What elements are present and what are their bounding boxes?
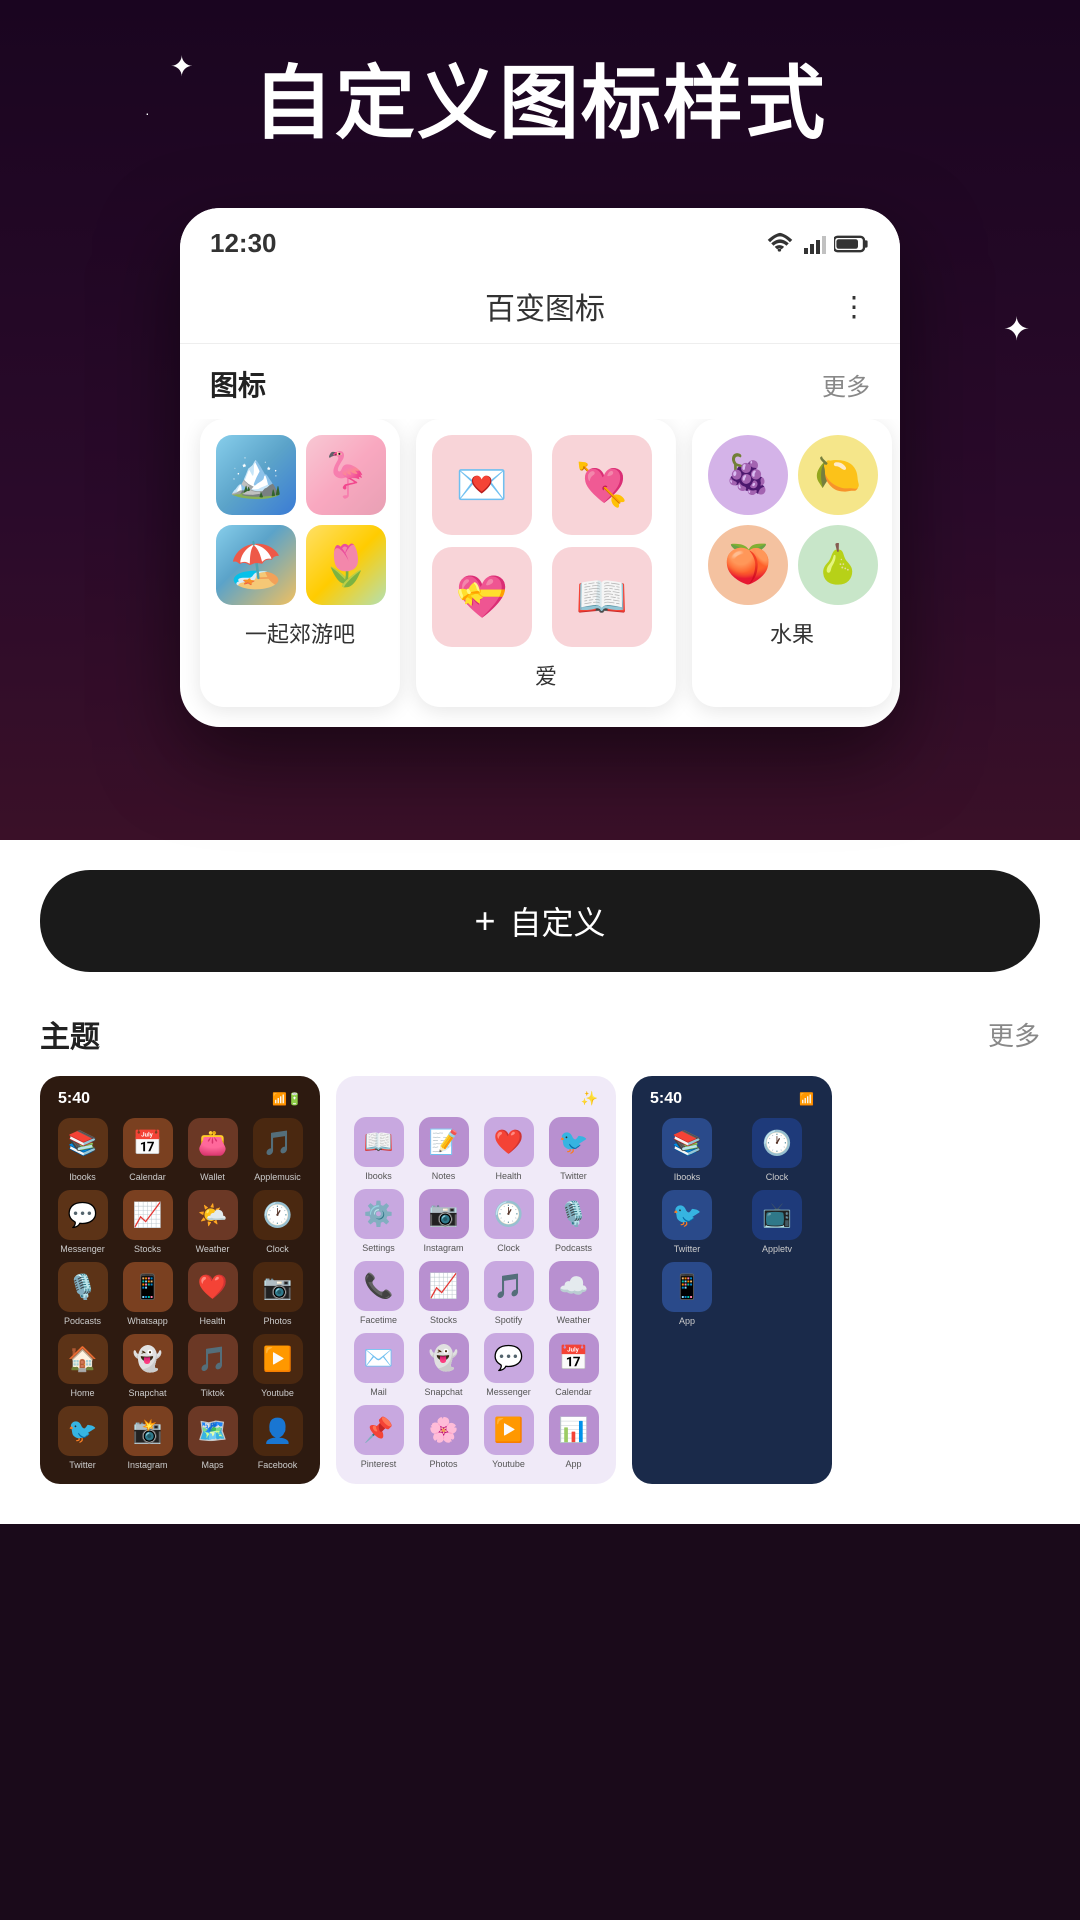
icons-section-more[interactable]: 更多	[822, 367, 870, 402]
theme-dark-time: 5:40	[58, 1090, 90, 1108]
theme-card-dark[interactable]: 5:40 📶🔋 📚Ibooks 📅Calendar 👛Wallet 🎵Apple…	[40, 1076, 320, 1484]
star-dot-decoration: ·	[145, 105, 150, 121]
love-icon-1: 💌	[432, 435, 532, 535]
love-icon-2: 💘	[552, 435, 652, 535]
outdoor-icon-4: 🌷	[306, 525, 386, 605]
themes-section-header: 主题 更多	[0, 1012, 1080, 1076]
love-pack-name: 爱	[432, 659, 660, 691]
theme-blue-icons: 📚Ibooks 🕐Clock 🐦Twitter 📺Appletv 📱App	[646, 1118, 818, 1326]
signal-icon	[802, 232, 826, 256]
fruit-icon-2: 🍋	[798, 435, 878, 515]
app-title: 百变图标	[485, 284, 605, 328]
wifi-icon	[766, 230, 794, 258]
status-icons	[766, 230, 870, 258]
theme-light-signal: ✨	[581, 1090, 598, 1107]
custom-btn-wrapper: + 自定义	[0, 870, 1080, 972]
icons-section-label: 图标	[210, 364, 266, 404]
theme-blue-signal: 📶	[799, 1092, 814, 1106]
status-time: 12:30	[210, 228, 277, 259]
phone-mockup: 12:30	[180, 208, 900, 727]
outdoor-pack-name: 一起郊游吧	[216, 617, 384, 649]
fruit-icon-3: 🍑	[708, 525, 788, 605]
fruit-icon-4: 🍐	[798, 525, 878, 605]
love-icon-3: 💝	[432, 547, 532, 647]
theme-dark-icons: 📚Ibooks 📅Calendar 👛Wallet 🎵Applemusic 💬M…	[54, 1118, 306, 1470]
outdoor-icon-2: 🦩	[306, 435, 386, 515]
outdoor-icon-1: 🏔️	[216, 435, 296, 515]
icon-pack-outdoor[interactable]: 🏔️ 🦩 🏖️ 🌷 一起郊游吧	[200, 419, 400, 707]
customize-label: 自定义	[510, 898, 606, 944]
icon-pack-fruit[interactable]: 🍇 🍋 🍑 🍐 水果	[692, 419, 892, 707]
theme-dark-signal: 📶🔋	[272, 1092, 302, 1106]
plus-icon: +	[474, 900, 495, 942]
battery-icon	[834, 234, 870, 254]
theme-card-blue[interactable]: 5:40 📶 📚Ibooks 🕐Clock 🐦Twitter 📺Appletv …	[632, 1076, 832, 1484]
icon-packs-row: 🏔️ 🦩 🏖️ 🌷 一起郊游吧 💌	[180, 419, 900, 727]
theme-card-light[interactable]: ✨ 📖Ibooks 📝Notes ❤️Health 🐦Twitter ⚙️Set…	[336, 1076, 616, 1484]
themes-label: 主题	[40, 1012, 100, 1056]
star-decoration-1: ✦	[170, 50, 193, 83]
theme-blue-time: 5:40	[650, 1090, 682, 1108]
love-icon-4: 📖	[552, 547, 652, 647]
icons-section-header: 图标 更多	[180, 344, 900, 419]
fruit-icon-1: 🍇	[708, 435, 788, 515]
app-header: 百变图标 ⋮	[180, 269, 900, 344]
bottom-section: + 自定义 主题 更多 5:40 📶🔋 📚Ibooks 📅Calendar 👛W…	[0, 840, 1080, 1524]
themes-more[interactable]: 更多	[988, 1016, 1040, 1053]
status-bar: 12:30	[180, 208, 900, 269]
outdoor-icon-3: 🏖️	[216, 525, 296, 605]
theme-previews-row: 5:40 📶🔋 📚Ibooks 📅Calendar 👛Wallet 🎵Apple…	[0, 1076, 1080, 1484]
menu-dots-button[interactable]: ⋮	[840, 290, 870, 323]
customize-button[interactable]: + 自定义	[40, 870, 1040, 972]
fruit-pack-name: 水果	[708, 617, 876, 649]
star-decoration-2: ✦	[1003, 310, 1030, 348]
icon-pack-love[interactable]: 💌 💘 💝 📖 爱	[416, 419, 676, 707]
theme-light-icons: 📖Ibooks 📝Notes ❤️Health 🐦Twitter ⚙️Setti…	[350, 1117, 602, 1469]
